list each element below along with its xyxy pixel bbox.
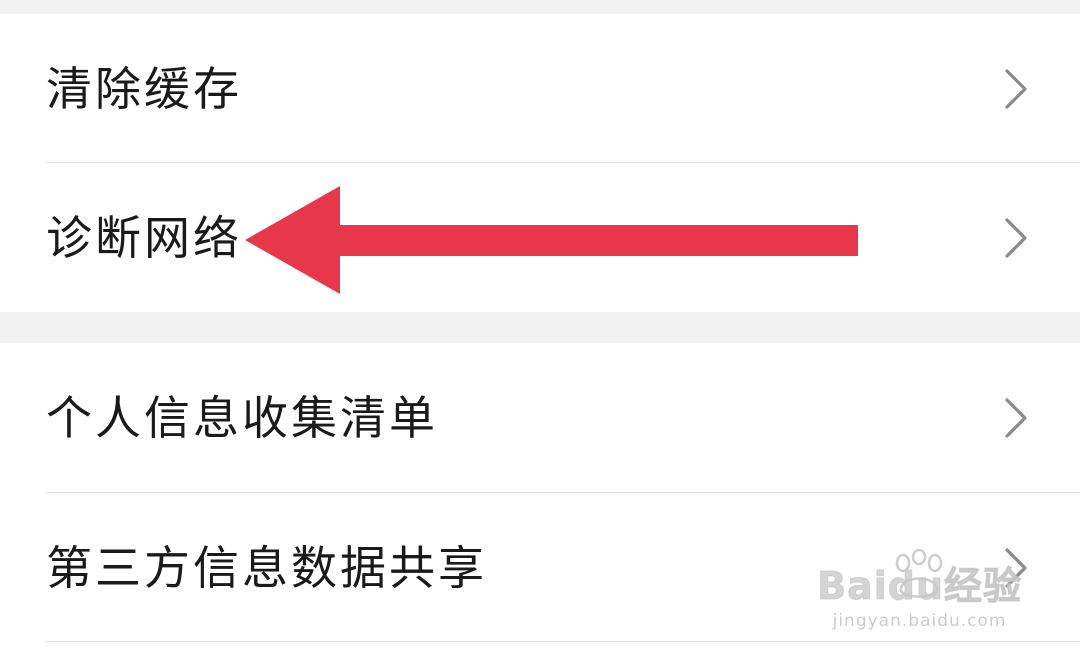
third-party-sharing-label: 第三方信息数据共享 xyxy=(46,541,487,595)
settings-group-1: 清除缓存 诊断网络 xyxy=(0,14,1080,312)
chevron-right-icon xyxy=(1005,69,1027,109)
settings-page: 清除缓存 诊断网络 个人信息收集清单 第三方信息数据共享 Baidu经验 jin… xyxy=(0,0,1080,659)
chevron-right-icon xyxy=(1005,548,1027,588)
clear-cache-label: 清除缓存 xyxy=(46,62,242,116)
clear-cache-item[interactable]: 清除缓存 xyxy=(0,14,1080,164)
settings-group-2: 个人信息收集清单 第三方信息数据共享 xyxy=(0,343,1080,659)
diagnose-network-item[interactable]: 诊断网络 xyxy=(0,163,1080,313)
chevron-right-icon xyxy=(1005,218,1027,258)
personal-info-list-label: 个人信息收集清单 xyxy=(46,391,438,445)
personal-info-list-item[interactable]: 个人信息收集清单 xyxy=(0,343,1080,493)
diagnose-network-label: 诊断网络 xyxy=(46,211,242,265)
chevron-right-icon xyxy=(1005,398,1027,438)
third-party-sharing-item[interactable]: 第三方信息数据共享 xyxy=(0,493,1080,643)
divider xyxy=(46,641,1080,642)
